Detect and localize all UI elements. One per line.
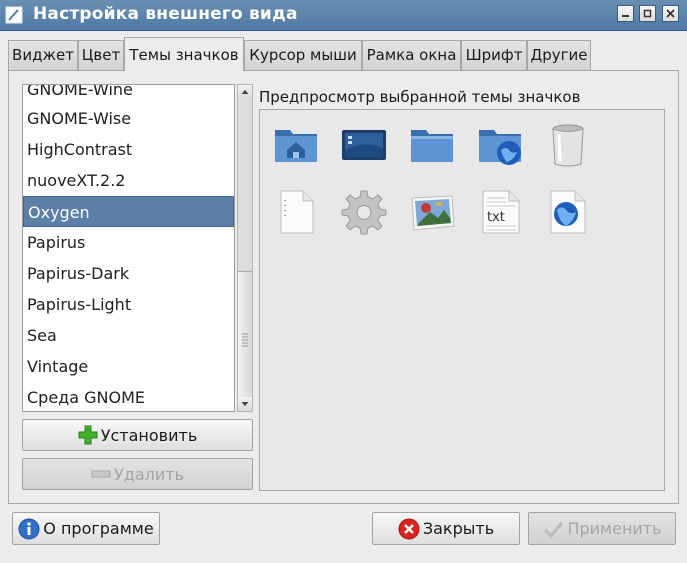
txt-label: txt (487, 210, 505, 225)
list-item[interactable]: GNOME-Wine (23, 85, 234, 105)
text-file-icon (280, 190, 314, 234)
window-title: Настройка внешнего вида (33, 4, 298, 24)
trash-icon (552, 124, 584, 167)
list-item[interactable]: Papirus-Light (23, 289, 234, 320)
close-button[interactable]: Закрыть (372, 512, 520, 545)
about-button-label: О программе (43, 519, 154, 538)
about-button[interactable]: О программе (12, 512, 160, 545)
tab-widget[interactable]: Виджет (8, 40, 78, 70)
minimize-icon (622, 15, 629, 17)
install-button[interactable]: Установить (22, 419, 253, 451)
maximize-icon (643, 9, 652, 18)
list-item[interactable]: Papirus-Dark (23, 258, 234, 289)
minus-icon (91, 470, 111, 478)
remove-button[interactable]: Удалить (22, 458, 253, 490)
list-scrollbar[interactable] (237, 84, 253, 412)
minimize-button[interactable] (617, 5, 634, 22)
tab-window-border[interactable]: Рамка окна (362, 40, 461, 70)
list-item[interactable]: Sea (23, 320, 234, 351)
list-item[interactable]: Среда GNOME (23, 382, 234, 411)
title-bar: Настройка внешнего вида (0, 0, 687, 31)
app-icon (5, 6, 23, 24)
list-item-selected[interactable]: Oxygen (23, 196, 234, 227)
preview-area: txt (259, 109, 665, 491)
info-icon (18, 518, 40, 539)
remote-folder-icon (479, 130, 521, 165)
scroll-thumb[interactable] (238, 271, 252, 409)
arrow-up-icon (241, 90, 249, 94)
scroll-up-button[interactable] (238, 85, 252, 99)
tab-font[interactable]: Шрифт (461, 40, 527, 70)
list-item[interactable]: HighContrast (23, 134, 234, 165)
user-home-folder-icon (275, 130, 317, 162)
folder-icon (411, 130, 453, 162)
maximize-button[interactable] (639, 5, 656, 22)
list-item[interactable]: nuoveXT.2.2 (23, 165, 234, 196)
desktop-icon (342, 130, 386, 160)
txt-file-icon: txt (482, 190, 520, 234)
tab-color[interactable]: Цвет (78, 40, 124, 70)
list-item[interactable]: Papirus (23, 227, 234, 258)
settings-gear-icon (341, 190, 387, 235)
arrow-down-icon (241, 402, 249, 406)
checkmark-icon (544, 521, 564, 539)
tab-other[interactable]: Другие (527, 40, 591, 70)
list-item[interactable]: Vintage (23, 351, 234, 382)
plus-icon (78, 425, 98, 445)
icon-theme-list[interactable]: GNOME-Wine GNOME-Wise HighContrast nuove… (22, 84, 235, 412)
remove-button-label: Удалить (114, 464, 184, 484)
html-file-icon (550, 190, 586, 234)
scroll-down-button[interactable] (238, 397, 252, 411)
close-icon (666, 9, 675, 18)
apply-button-label: Применить (567, 519, 662, 538)
grip-icon (242, 333, 248, 347)
list-item[interactable]: GNOME-Wise (23, 103, 234, 134)
apply-button[interactable]: Применить (528, 512, 676, 545)
close-button-label: Закрыть (422, 519, 495, 538)
close-circle-icon (398, 518, 420, 539)
tab-mouse-cursor[interactable]: Курсор мыши (244, 40, 362, 70)
close-window-button[interactable] (662, 5, 679, 22)
tab-icon-themes[interactable]: Темы значков (124, 37, 244, 71)
preview-label: Предпросмотр выбранной темы значков (259, 88, 581, 106)
image-file-icon (411, 195, 455, 231)
install-button-label: Установить (100, 425, 198, 445)
